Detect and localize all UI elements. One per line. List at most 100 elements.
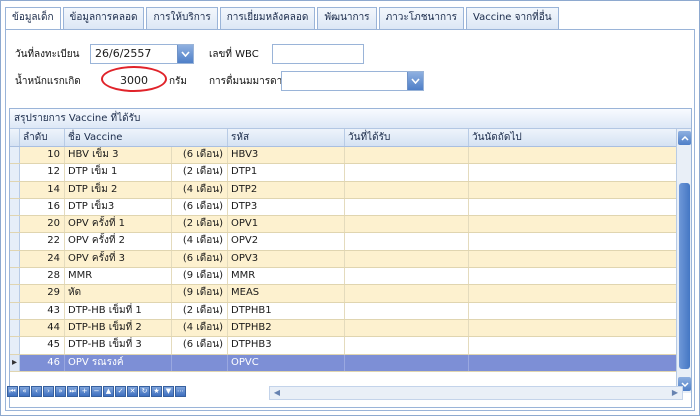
row-indicator[interactable] [10, 181, 20, 198]
breastfeeding-combo[interactable] [281, 71, 424, 91]
last-record-icon[interactable]: ⏭ [67, 386, 78, 397]
cell-date-received[interactable] [345, 319, 469, 337]
cell-date-received[interactable] [345, 268, 469, 285]
cancel-record-icon[interactable]: ✕ [127, 386, 138, 397]
cell-duration[interactable]: (6 เดือน) [172, 198, 228, 216]
horizontal-scrollbar[interactable]: ◀ ▶ [269, 386, 683, 400]
cell-duration[interactable]: (2 เดือน) [172, 216, 228, 233]
cell-duration[interactable]: (6 เดือน) [172, 147, 228, 164]
cell-duration[interactable]: (9 เดือน) [172, 285, 228, 302]
cell-code[interactable]: DTP2 [228, 181, 345, 198]
cell-code[interactable]: DTP1 [228, 164, 345, 181]
cell-duration[interactable]: (6 เดือน) [172, 337, 228, 354]
table-row[interactable]: 28 MMR (9 เดือน) MMR [10, 268, 678, 286]
cell-no[interactable]: 28 [20, 268, 65, 285]
cell-duration[interactable]: (6 เดือน) [172, 250, 228, 268]
cell-next-appointment[interactable] [469, 181, 678, 198]
col-header-date[interactable]: วันที่ได้รับ [345, 129, 469, 146]
cell-no[interactable]: 20 [20, 216, 65, 233]
cell-no[interactable]: 43 [20, 302, 65, 319]
cell-date-received[interactable] [345, 354, 469, 371]
cell-no[interactable]: 10 [20, 147, 65, 164]
cell-no[interactable]: 45 [20, 337, 65, 354]
scroll-up-icon[interactable] [678, 131, 691, 145]
cell-date-received[interactable] [345, 285, 469, 302]
col-header-name[interactable]: ชื่อ Vaccine [65, 129, 228, 146]
row-indicator[interactable] [10, 198, 20, 216]
chevron-down-icon[interactable] [407, 72, 423, 90]
refresh-icon[interactable]: ↻ [139, 386, 150, 397]
row-indicator[interactable] [10, 250, 20, 268]
cell-code[interactable]: HBV3 [228, 147, 345, 164]
cell-name[interactable]: DTP-HB เข็มที่ 2 [65, 319, 172, 337]
cell-code[interactable]: OPV3 [228, 250, 345, 268]
cell-code[interactable]: OPV2 [228, 233, 345, 250]
tab-development[interactable]: พัฒนาการ [317, 7, 377, 29]
cell-next-appointment[interactable] [469, 164, 678, 181]
cell-code[interactable]: MEAS [228, 285, 345, 302]
wbc-field[interactable] [272, 44, 364, 64]
cell-code[interactable]: DTPHB1 [228, 302, 345, 319]
tab-nutrition[interactable]: ภาวะโภชนาการ [378, 7, 464, 29]
row-indicator[interactable] [10, 233, 20, 250]
scroll-left-icon[interactable]: ◀ [272, 388, 282, 398]
scroll-thumb[interactable] [679, 183, 690, 369]
cell-duration[interactable]: (4 เดือน) [172, 319, 228, 337]
col-header-code[interactable]: รหัส [228, 129, 345, 146]
row-indicator[interactable] [10, 337, 20, 354]
cell-next-appointment[interactable] [469, 216, 678, 233]
table-row[interactable]: 43 DTP-HB เข็มที่ 1 (2 เดือน) DTPHB1 [10, 302, 678, 320]
next-record-icon[interactable]: › [43, 386, 54, 397]
tab-delivery-info[interactable]: ข้อมูลการคลอด [62, 7, 145, 29]
cell-next-appointment[interactable] [469, 354, 678, 371]
cell-no[interactable]: 14 [20, 181, 65, 198]
cell-code[interactable]: DTPHB3 [228, 337, 345, 354]
scroll-right-icon[interactable]: ▶ [670, 388, 680, 398]
cell-duration[interactable]: (9 เดือน) [172, 268, 228, 285]
cell-no[interactable]: 12 [20, 164, 65, 181]
cell-no[interactable]: 46 [20, 354, 65, 371]
col-header-no[interactable]: ลำดับ [20, 129, 65, 146]
first-record-icon[interactable]: ⏮ [7, 386, 18, 397]
row-indicator[interactable]: ▸ [10, 354, 20, 371]
row-indicator[interactable] [10, 285, 20, 302]
table-row[interactable]: 14 DTP เข็ม 2 (4 เดือน) DTP2 [10, 181, 678, 199]
filter-icon[interactable]: ▼ [163, 386, 174, 397]
cell-date-received[interactable] [345, 216, 469, 233]
add-record-icon[interactable]: + [79, 386, 90, 397]
cell-name[interactable]: DTP เข็ม3 [65, 198, 172, 216]
cell-date-received[interactable] [345, 164, 469, 181]
chevron-down-icon[interactable] [177, 45, 193, 63]
cell-code[interactable]: DTP3 [228, 198, 345, 216]
row-indicator[interactable] [10, 319, 20, 337]
row-indicator[interactable] [10, 147, 20, 164]
cell-duration[interactable] [172, 354, 228, 371]
table-row[interactable]: 20 OPV ครั้งที่ 1 (2 เดือน) OPV1 [10, 216, 678, 234]
table-row[interactable]: 29 หัด (9 เดือน) MEAS [10, 285, 678, 303]
table-row[interactable]: 44 DTP-HB เข็มที่ 2 (4 เดือน) DTPHB2 [10, 319, 678, 338]
more-icon[interactable]: ⋯ [175, 386, 186, 397]
cell-name[interactable]: DTP-HB เข็มที่ 3 [65, 337, 172, 354]
cell-no[interactable]: 24 [20, 250, 65, 268]
cell-name[interactable]: OPV ครั้งที่ 3 [65, 250, 172, 268]
cell-name[interactable]: DTP-HB เข็มที่ 1 [65, 302, 172, 319]
cell-code[interactable]: MMR [228, 268, 345, 285]
cell-no[interactable]: 29 [20, 285, 65, 302]
cell-duration[interactable]: (2 เดือน) [172, 302, 228, 319]
cell-name[interactable]: OPV รณรงค์ [65, 354, 172, 371]
cell-no[interactable]: 44 [20, 319, 65, 337]
cell-name[interactable]: OPV ครั้งที่ 1 [65, 216, 172, 233]
cell-date-received[interactable] [345, 181, 469, 198]
row-indicator[interactable] [10, 216, 20, 233]
tab-services[interactable]: การให้บริการ [146, 7, 218, 29]
tab-external-vaccine[interactable]: Vaccine จากที่อื่น [466, 7, 559, 29]
prev-record-icon[interactable]: ‹ [31, 386, 42, 397]
cell-date-received[interactable] [345, 233, 469, 250]
cell-date-received[interactable] [345, 302, 469, 319]
table-row[interactable]: 16 DTP เข็ม3 (6 เดือน) DTP3 [10, 198, 678, 217]
cell-next-appointment[interactable] [469, 268, 678, 285]
cell-next-appointment[interactable] [469, 250, 678, 268]
cell-no[interactable]: 22 [20, 233, 65, 250]
row-indicator[interactable] [10, 164, 20, 181]
vertical-scrollbar[interactable] [676, 129, 691, 393]
